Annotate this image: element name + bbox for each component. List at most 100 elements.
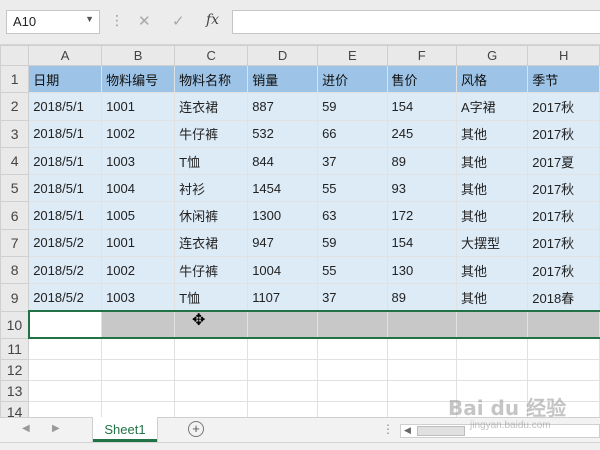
- grid-cell[interactable]: 37: [317, 146, 388, 176]
- grid-cell[interactable]: 2017秋: [527, 92, 600, 121]
- row-header[interactable]: 9: [0, 283, 30, 312]
- row-header[interactable]: 10: [0, 310, 30, 339]
- grid-cell[interactable]: [386, 400, 458, 417]
- grid-cell[interactable]: [247, 337, 319, 360]
- grid-cell[interactable]: 2018/5/1: [28, 92, 103, 121]
- grid-cell[interactable]: 887: [247, 92, 319, 121]
- grid-cell[interactable]: [455, 358, 529, 381]
- grid-cell[interactable]: 2018/5/1: [28, 174, 103, 203]
- grid-cell[interactable]: 其他: [455, 119, 529, 148]
- grid-cell[interactable]: 其他: [455, 201, 529, 230]
- grid-cell[interactable]: 2018/5/2: [28, 256, 103, 285]
- grid-cell[interactable]: 1002: [101, 119, 176, 148]
- row-header[interactable]: 2: [0, 92, 30, 121]
- header-cell[interactable]: 进价: [317, 64, 388, 94]
- column-header-g[interactable]: G: [455, 45, 529, 66]
- grid-cell[interactable]: 1004: [101, 174, 176, 203]
- row-header[interactable]: 8: [0, 256, 30, 285]
- grid-cell[interactable]: 947: [247, 228, 319, 258]
- scroll-tabs-right-icon[interactable]: ▶: [52, 423, 60, 434]
- grid-cell[interactable]: 其他: [455, 256, 529, 285]
- grid-cell[interactable]: 其他: [455, 283, 529, 312]
- grid-cell[interactable]: [247, 400, 319, 417]
- column-header-b[interactable]: B: [101, 45, 176, 66]
- header-cell[interactable]: 物料编号: [101, 64, 176, 94]
- row-header[interactable]: 11: [0, 337, 30, 360]
- grid-cell[interactable]: 连衣裙: [174, 92, 249, 121]
- grid-cell[interactable]: 63: [317, 201, 388, 230]
- insert-function-button[interactable]: fx: [206, 12, 219, 28]
- grid-cell[interactable]: [317, 379, 388, 402]
- grid-cell[interactable]: 2017夏: [527, 146, 600, 176]
- grid-cell[interactable]: 2017秋: [527, 256, 600, 285]
- header-cell[interactable]: 季节: [527, 64, 600, 94]
- grid-cell[interactable]: T恤: [174, 146, 249, 176]
- grid-cell[interactable]: [247, 379, 319, 402]
- grid-cell[interactable]: [28, 400, 103, 417]
- cancel-icon[interactable]: ✕: [138, 12, 151, 30]
- column-header-d[interactable]: D: [247, 45, 319, 66]
- grid-cell[interactable]: [527, 379, 600, 402]
- header-cell[interactable]: 物料名称: [174, 64, 249, 94]
- grid-cell[interactable]: 844: [247, 146, 319, 176]
- grid-cell[interactable]: [527, 400, 600, 417]
- grid-cell[interactable]: 2018/5/2: [28, 228, 103, 258]
- grid-cell[interactable]: 89: [386, 146, 458, 176]
- grid-cell[interactable]: [174, 400, 249, 417]
- scroll-left-icon[interactable]: ◀: [404, 425, 411, 436]
- grid-cell[interactable]: [317, 337, 388, 360]
- grid-cell[interactable]: [455, 379, 529, 402]
- grid-cell[interactable]: 154: [386, 92, 458, 121]
- grid-cell[interactable]: 89: [386, 283, 458, 312]
- grid-cell[interactable]: 牛仔裤: [174, 256, 249, 285]
- grid-cell[interactable]: 93: [386, 174, 458, 203]
- grid-cell[interactable]: A字裙: [455, 92, 529, 121]
- grid-cell[interactable]: [317, 400, 388, 417]
- chevron-down-icon[interactable]: ▼: [85, 14, 94, 24]
- grid-cell[interactable]: [247, 310, 319, 340]
- grid-cell[interactable]: [101, 358, 176, 381]
- grid-cell[interactable]: 2018/5/2: [28, 283, 103, 312]
- grid-cell[interactable]: [247, 358, 319, 381]
- row-header[interactable]: 7: [0, 228, 30, 258]
- check-icon[interactable]: ✓: [172, 12, 185, 30]
- grid-cell[interactable]: 1004: [247, 256, 319, 285]
- grid-cell[interactable]: 其他: [455, 174, 529, 203]
- column-header-a[interactable]: A: [28, 45, 103, 66]
- grid-cell[interactable]: [28, 379, 103, 402]
- grid-cell[interactable]: 59: [317, 228, 388, 258]
- grid-cell[interactable]: 休闲裤: [174, 201, 249, 230]
- grid-cell[interactable]: [101, 379, 176, 402]
- grid-cell[interactable]: 2018/5/1: [28, 119, 103, 148]
- grid-cell[interactable]: [101, 310, 176, 340]
- grid-cell[interactable]: 1454: [247, 174, 319, 203]
- grid-cell[interactable]: [527, 358, 600, 381]
- row-header[interactable]: 1: [0, 64, 30, 94]
- grid-cell[interactable]: 其他: [455, 146, 529, 176]
- grid-cell[interactable]: [455, 310, 529, 340]
- header-cell[interactable]: 售价: [386, 64, 458, 94]
- grid-cell[interactable]: [28, 358, 103, 381]
- grid-cell[interactable]: 连衣裙: [174, 228, 249, 258]
- column-header-e[interactable]: E: [317, 45, 388, 66]
- header-cell[interactable]: 风格: [455, 64, 529, 94]
- scrollbar-thumb[interactable]: [417, 426, 465, 436]
- grid-cell[interactable]: [386, 358, 458, 381]
- grid-cell[interactable]: [527, 310, 600, 340]
- grid-cell[interactable]: 2017秋: [527, 228, 600, 258]
- grid-cell[interactable]: 245: [386, 119, 458, 148]
- header-cell[interactable]: 日期: [28, 64, 103, 94]
- column-header-f[interactable]: F: [386, 45, 458, 66]
- grid-cell[interactable]: [386, 310, 458, 340]
- grid-cell[interactable]: 2018/5/1: [28, 201, 103, 230]
- add-sheet-button[interactable]: +: [188, 421, 204, 437]
- grid-cell[interactable]: [455, 337, 529, 360]
- grid-cell[interactable]: 172: [386, 201, 458, 230]
- select-all-corner[interactable]: [0, 45, 30, 66]
- row-header[interactable]: 14: [0, 400, 30, 417]
- grid-cell[interactable]: [174, 358, 249, 381]
- grid-cell[interactable]: 55: [317, 256, 388, 285]
- grid-cell[interactable]: [174, 379, 249, 402]
- grid-cell[interactable]: 1001: [101, 92, 176, 121]
- grid-cell[interactable]: 2017秋: [527, 201, 600, 230]
